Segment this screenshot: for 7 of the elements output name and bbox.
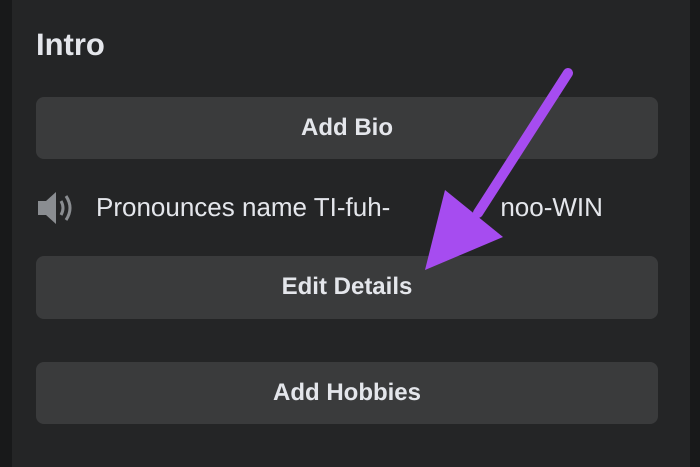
add-bio-button[interactable]: Add Bio [36,97,658,160]
speaker-icon [36,190,74,226]
pronunciation-text: noo-WIN [500,192,603,224]
edit-details-button[interactable]: Edit Details [36,256,658,319]
pronunciation-text: Pronounces name TI-fuh- [96,192,390,224]
intro-title: Intro [36,26,106,64]
add-hobbies-button[interactable]: Add Hobbies [36,362,658,424]
